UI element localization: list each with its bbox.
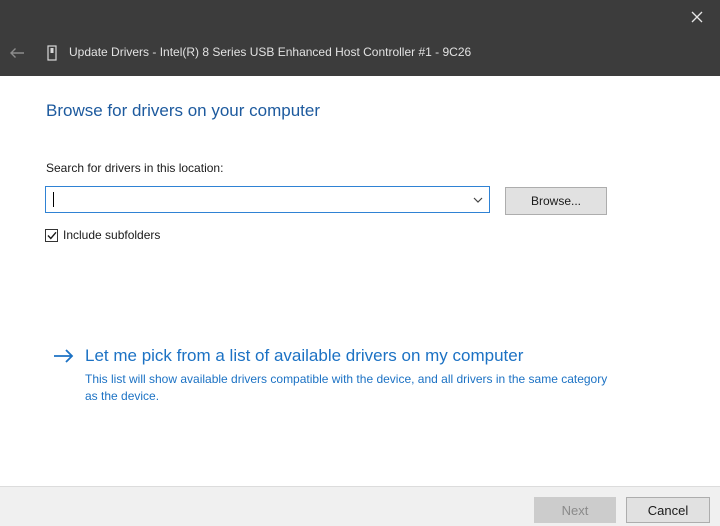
next-button[interactable]: Next: [534, 497, 616, 523]
include-subfolders-label: Include subfolders: [63, 228, 161, 242]
pick-from-list-description: This list will show available drivers co…: [85, 372, 608, 403]
include-subfolders-option[interactable]: Include subfolders: [45, 226, 160, 244]
update-drivers-window: Update Drivers - Intel(R) 8 Series USB E…: [0, 0, 720, 526]
dropdown-button[interactable]: [471, 193, 485, 207]
checkmark-icon: [46, 231, 57, 240]
back-button[interactable]: [2, 38, 32, 68]
include-subfolders-checkbox[interactable]: [45, 228, 58, 242]
pick-from-list-text[interactable]: Let me pick from a list of available dri…: [85, 346, 523, 366]
search-location-combobox[interactable]: [45, 186, 490, 213]
text-caret: [53, 192, 54, 207]
close-button[interactable]: [674, 0, 720, 34]
browse-button[interactable]: Browse...: [505, 187, 607, 215]
back-arrow-icon: [10, 48, 24, 58]
device-icon: [45, 44, 59, 62]
search-location-label: Search for drivers in this location:: [46, 161, 224, 175]
chevron-down-icon: [473, 197, 483, 203]
title-bar: Update Drivers - Intel(R) 8 Series USB E…: [0, 0, 720, 76]
right-arrow-icon: [53, 347, 75, 365]
close-icon: [691, 11, 703, 23]
cancel-button[interactable]: Cancel: [626, 497, 710, 523]
pick-from-list-link[interactable]: Let me pick from a list of available dri…: [53, 346, 523, 366]
window-title: Update Drivers - Intel(R) 8 Series USB E…: [69, 45, 472, 59]
footer-bar: Next Cancel: [0, 486, 720, 526]
search-location-input[interactable]: [50, 190, 450, 209]
page-heading: Browse for drivers on your computer: [46, 101, 320, 120]
